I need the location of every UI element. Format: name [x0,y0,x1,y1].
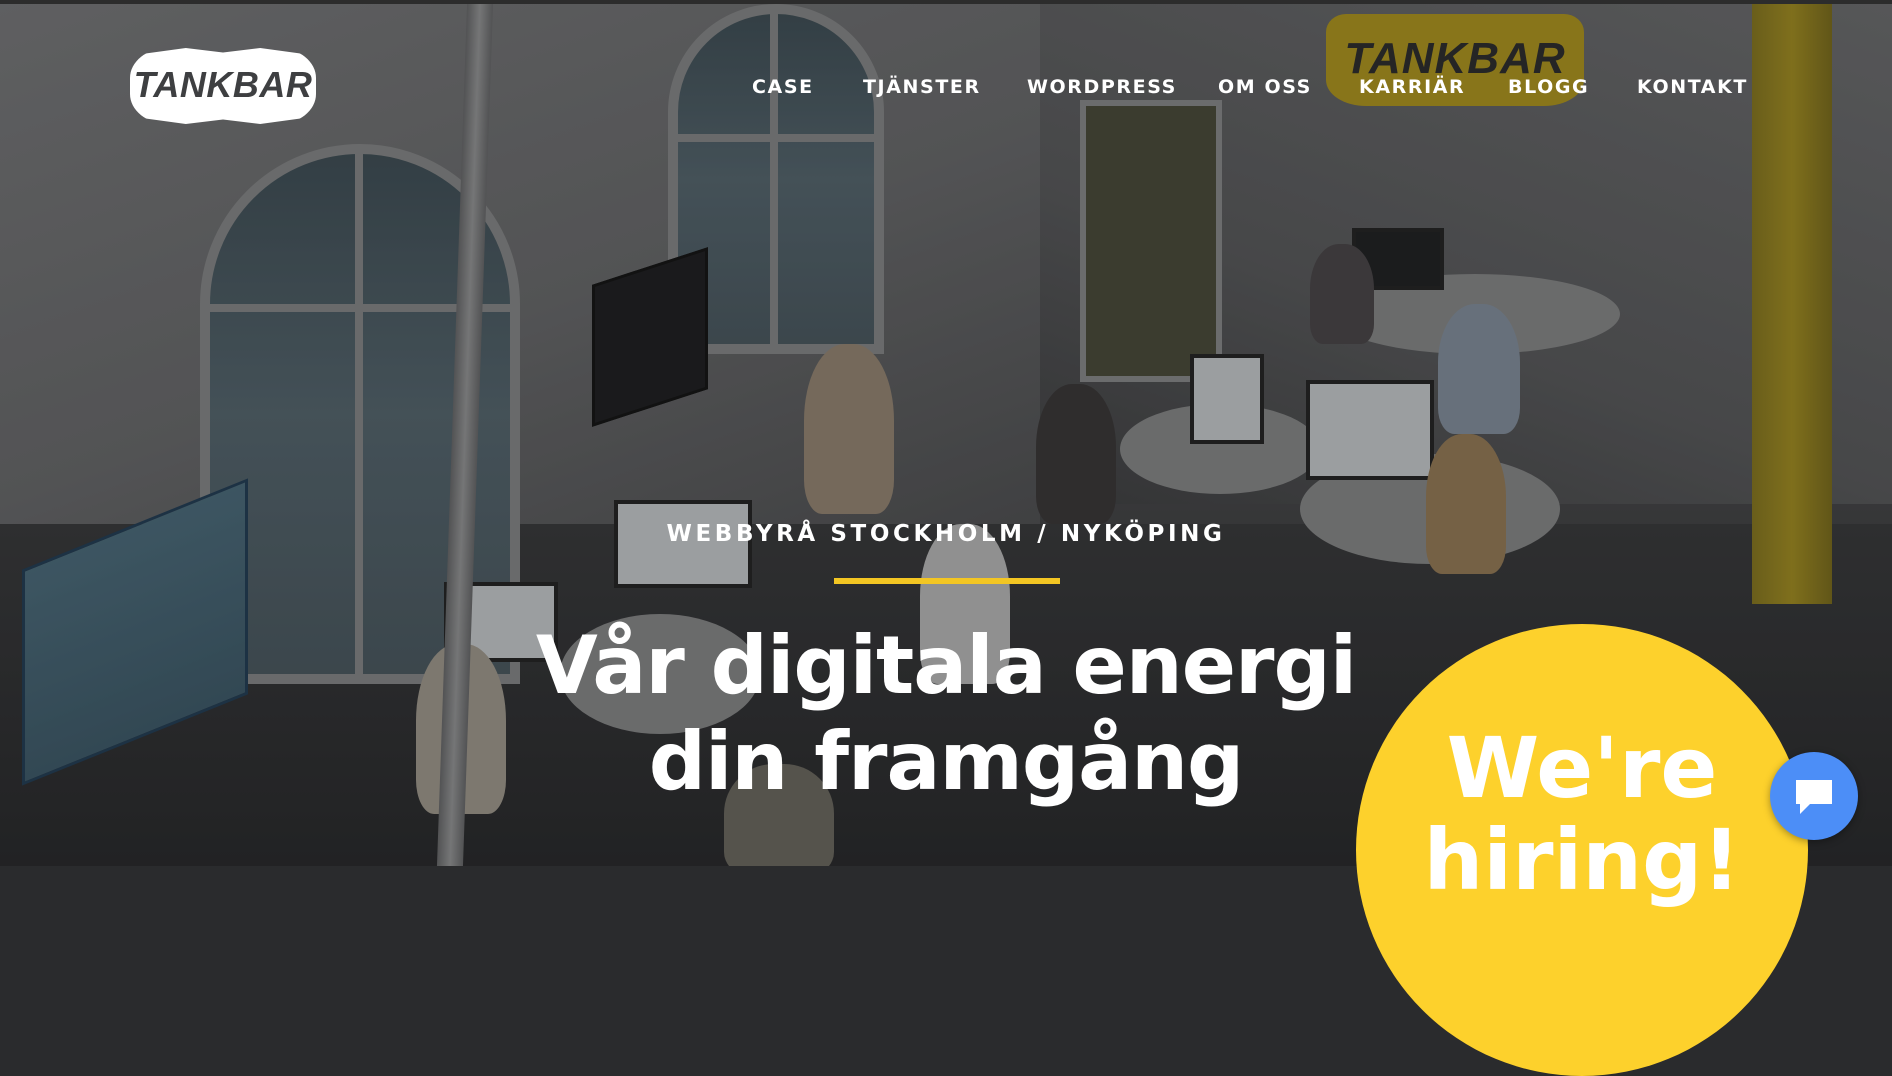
browser-top-edge [0,0,1892,4]
nav-tjanster[interactable]: TJÄNSTER [863,76,981,98]
main-navigation: CASE TJÄNSTER WORDPRESS OM OSS KARRIÄR B… [0,76,1892,100]
nav-case[interactable]: CASE [752,76,814,98]
nav-wordpress[interactable]: WORDPRESS [1027,76,1177,98]
hiring-line-2: hiring! [1423,811,1741,909]
hero-eyebrow: WEBBYRÅ STOCKHOLM / NYKÖPING [666,521,1226,547]
chat-bubble-icon [1796,780,1832,814]
nav-karriar[interactable]: KARRIÄR [1359,76,1465,98]
nav-blogg[interactable]: BLOGG [1508,76,1589,98]
eyebrow-underline [834,578,1060,584]
nav-om-oss[interactable]: OM OSS [1218,76,1312,98]
hiring-badge[interactable]: We're hiring! [1356,624,1808,1076]
hiring-line-1: We're [1446,719,1718,817]
nav-kontakt[interactable]: KONTAKT [1637,76,1748,98]
chat-widget-button[interactable] [1770,752,1858,840]
